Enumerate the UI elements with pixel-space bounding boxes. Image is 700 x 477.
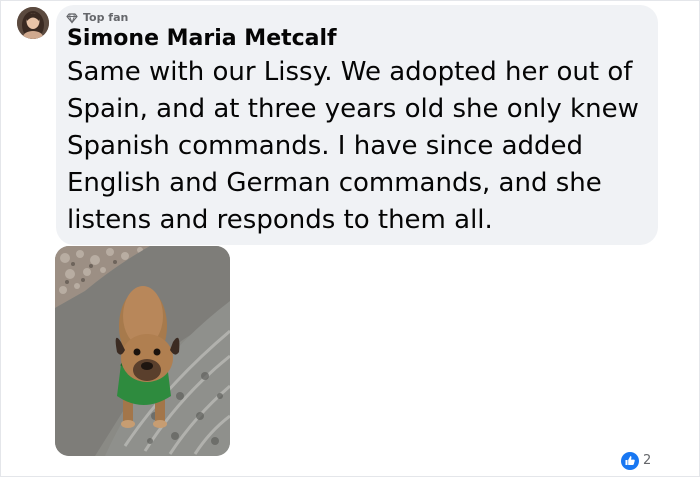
dog-photo (55, 246, 230, 456)
top-fan-badge[interactable]: Top fan (66, 12, 128, 24)
comment-container: Top fan Simone Maria Metcalf Same with o… (0, 0, 700, 477)
attached-photo[interactable] (55, 246, 230, 456)
reaction-summary[interactable]: 2 (621, 450, 651, 472)
badge-label: Top fan (83, 11, 129, 24)
diamond-icon (66, 13, 78, 24)
author-name[interactable]: Simone Maria Metcalf (67, 25, 337, 53)
like-icon (621, 452, 639, 470)
comment-text: Same with our Lissy. We adopted her out … (67, 57, 639, 235)
avatar-image (17, 7, 49, 39)
reaction-count: 2 (643, 453, 652, 468)
avatar[interactable] (17, 7, 49, 39)
comment-bubble: Top fan Simone Maria Metcalf Same with o… (56, 5, 658, 245)
